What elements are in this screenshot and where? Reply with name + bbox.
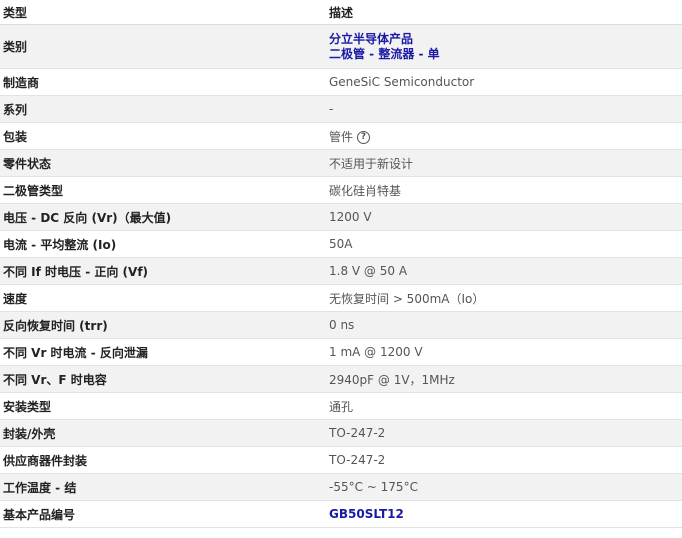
row-value-category: 分立半导体产品 二极管 - 整流器 - 单 (326, 24, 682, 69)
row-label-manufacturer: 制造商 (0, 68, 326, 96)
row-label-supplier-package: 供应商器件封装 (0, 446, 326, 474)
table-row: 制造商 GeneSiC Semiconductor (0, 68, 682, 96)
row-label-diode-type: 二极管类型 (0, 176, 326, 204)
table-row: 系列 - (0, 95, 682, 123)
row-label-part-status: 零件状态 (0, 149, 326, 177)
row-value-current-avg: 50A (326, 230, 682, 258)
row-value-package: 管件? (326, 122, 682, 150)
row-value-operating-temp: -55°C ~ 175°C (326, 473, 682, 501)
row-label-category: 类别 (0, 24, 326, 69)
table-row: 工作温度 - 结 -55°C ~ 175°C (0, 473, 682, 501)
row-value-reverse-leakage: 1 mA @ 1200 V (326, 338, 682, 366)
row-value-part-status: 不适用于新设计 (326, 149, 682, 177)
row-value-reverse-recovery: 0 ns (326, 311, 682, 339)
table-row: 速度 无恢复时间 > 500mA（Io） (0, 284, 682, 312)
package-value-text: 管件 (329, 129, 354, 144)
table-row: 二极管类型 碳化硅肖特基 (0, 176, 682, 204)
row-label-reverse-leakage: 不同 Vr 时电流 - 反向泄漏 (0, 338, 326, 366)
row-label-package: 包装 (0, 122, 326, 150)
row-value-mounting-type: 通孔 (326, 392, 682, 420)
row-label-reverse-recovery: 反向恢复时间 (trr) (0, 311, 326, 339)
row-value-manufacturer: GeneSiC Semiconductor (326, 68, 682, 96)
table-row: 包装 管件? (0, 122, 682, 150)
row-value-package-case: TO-247-2 (326, 419, 682, 447)
table-row: 不同 If 时电压 - 正向 (Vf) 1.8 V @ 50 A (0, 257, 682, 285)
base-part-number-link[interactable]: GB50SLT12 (329, 507, 682, 522)
row-value-series: - (326, 95, 682, 123)
row-value-capacitance: 2940pF @ 1V，1MHz (326, 365, 682, 393)
table-row: 供应商器件封装 TO-247-2 (0, 446, 682, 474)
table-row: 零件状态 不适用于新设计 (0, 149, 682, 177)
row-label-capacitance: 不同 Vr、F 时电容 (0, 365, 326, 393)
product-spec-table: 类型 描述 类别 分立半导体产品 二极管 - 整流器 - 单 制造商 GeneS… (0, 0, 682, 528)
category-link-rectifier[interactable]: 二极管 - 整流器 - 单 (329, 47, 682, 62)
row-value-base-part-number: GB50SLT12 (326, 500, 682, 528)
row-value-supplier-package: TO-247-2 (326, 446, 682, 474)
table-header-row: 类型 描述 (0, 0, 682, 25)
table-row: 基本产品编号 GB50SLT12 (0, 500, 682, 528)
table-row: 类别 分立半导体产品 二极管 - 整流器 - 单 (0, 24, 682, 69)
table-row: 封装/外壳 TO-247-2 (0, 419, 682, 447)
help-circle-icon[interactable]: ? (357, 130, 371, 144)
row-label-base-part-number: 基本产品编号 (0, 500, 326, 528)
table-row: 不同 Vr 时电流 - 反向泄漏 1 mA @ 1200 V (0, 338, 682, 366)
row-value-voltage-forward: 1.8 V @ 50 A (326, 257, 682, 285)
table-row: 反向恢复时间 (trr) 0 ns (0, 311, 682, 339)
table-row: 不同 Vr、F 时电容 2940pF @ 1V，1MHz (0, 365, 682, 393)
row-value-diode-type: 碳化硅肖特基 (326, 176, 682, 204)
header-type: 类型 (0, 0, 326, 25)
row-label-operating-temp: 工作温度 - 结 (0, 473, 326, 501)
row-label-package-case: 封装/外壳 (0, 419, 326, 447)
category-link-discrete[interactable]: 分立半导体产品 (329, 32, 682, 47)
table-row: 电流 - 平均整流 (Io) 50A (0, 230, 682, 258)
row-value-voltage-dc-reverse: 1200 V (326, 203, 682, 231)
table-row: 电压 - DC 反向 (Vr)（最大值) 1200 V (0, 203, 682, 231)
row-label-series: 系列 (0, 95, 326, 123)
header-description: 描述 (326, 0, 682, 25)
row-label-mounting-type: 安装类型 (0, 392, 326, 420)
row-value-speed: 无恢复时间 > 500mA（Io） (326, 284, 682, 312)
table-row: 安装类型 通孔 (0, 392, 682, 420)
row-label-current-avg: 电流 - 平均整流 (Io) (0, 230, 326, 258)
row-label-voltage-dc-reverse: 电压 - DC 反向 (Vr)（最大值) (0, 203, 326, 231)
row-label-speed: 速度 (0, 284, 326, 312)
row-label-voltage-forward: 不同 If 时电压 - 正向 (Vf) (0, 257, 326, 285)
